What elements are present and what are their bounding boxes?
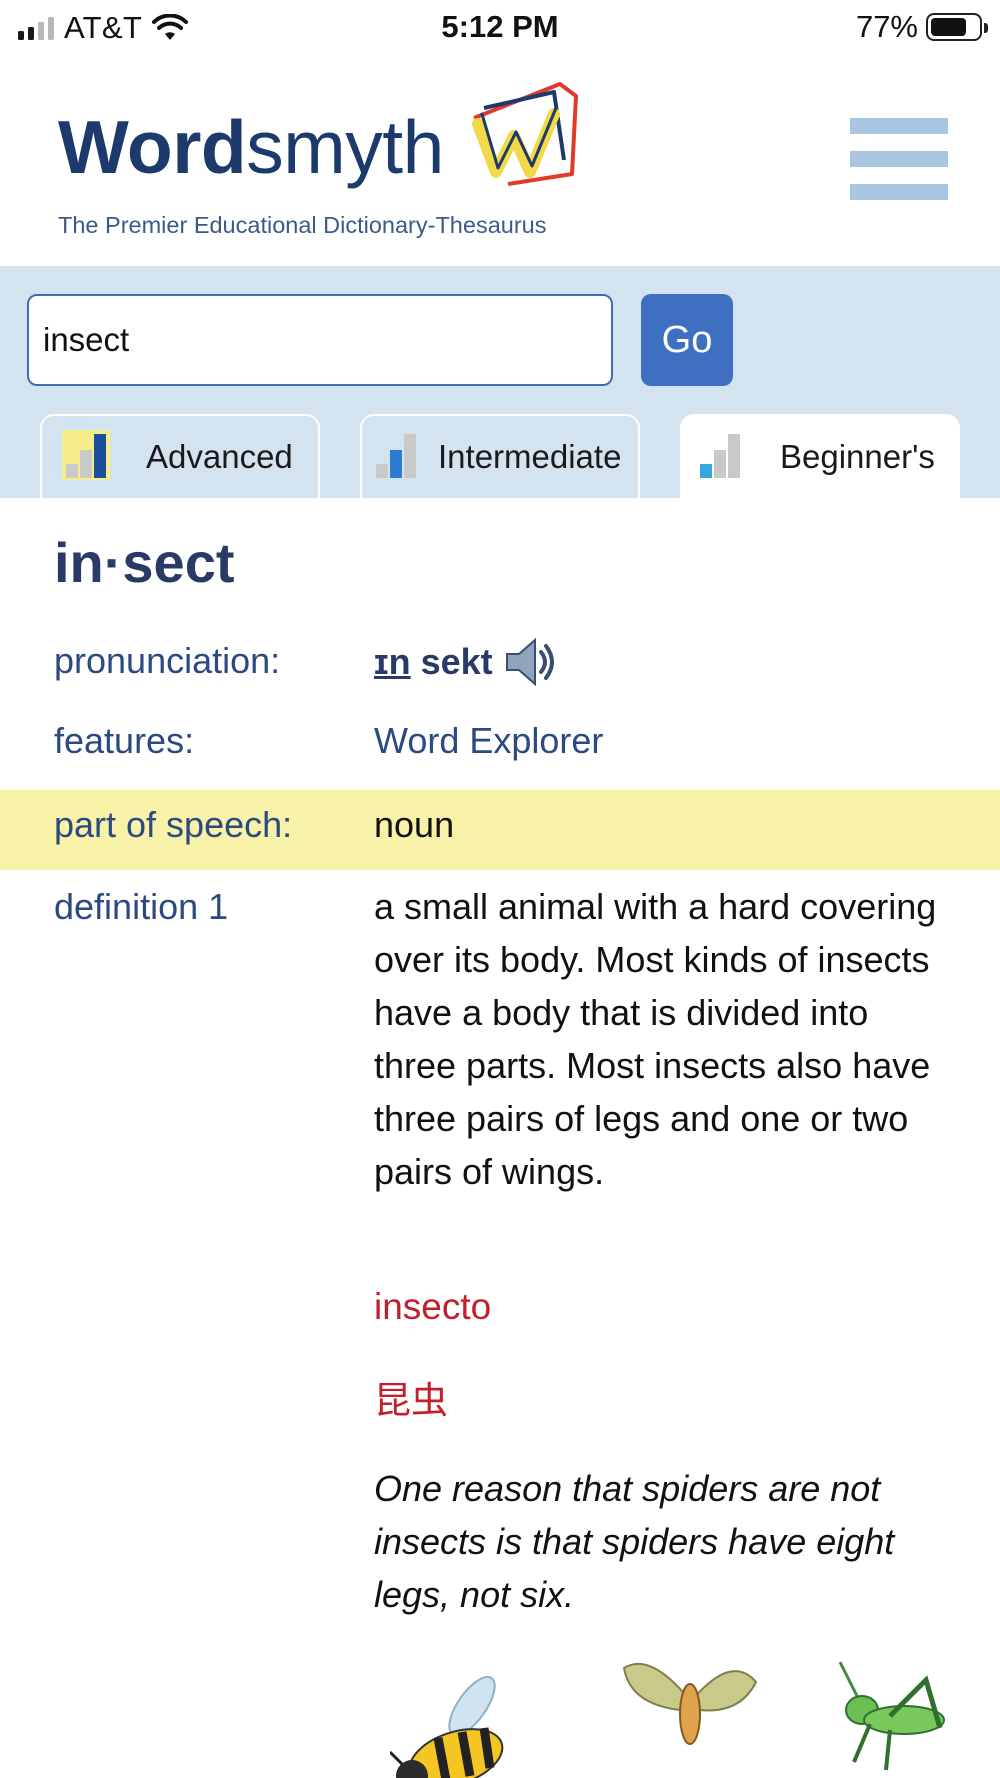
- tab-beginners[interactable]: Beginner's: [680, 414, 960, 498]
- pronunciation-stressed: ɪn: [374, 641, 411, 682]
- battery-percent: 77%: [855, 9, 918, 44]
- tab-advanced[interactable]: Advanced: [40, 414, 320, 498]
- part-of-speech-row: part of speech: noun: [0, 790, 1000, 870]
- level-intermediate-icon: [376, 434, 416, 478]
- status-time: 5:12 PM: [441, 9, 559, 44]
- features-row: features: Word Explorer: [0, 720, 1000, 780]
- hamburger-menu-icon[interactable]: [850, 118, 948, 200]
- tab-advanced-label: Advanced: [146, 438, 293, 475]
- bee-icon: [390, 1676, 504, 1778]
- tab-intermediate[interactable]: Intermediate: [360, 414, 640, 498]
- pronunciation-row: pronunciation: ɪn sekt: [0, 637, 1000, 700]
- grasshopper-icon: [838, 1661, 945, 1771]
- definition-label: definition 1: [54, 886, 229, 927]
- battery-icon: [926, 13, 988, 41]
- insect-illustrations: [0, 1658, 1000, 1778]
- moth-icon: [622, 1662, 758, 1745]
- logo-wordmark: Wordsmyth: [58, 105, 444, 189]
- pronunciation-rest: sekt: [420, 641, 493, 682]
- logo-tagline: The Premier Educational Dictionary-Thesa…: [58, 212, 547, 238]
- tab-intermediate-label: Intermediate: [438, 438, 622, 475]
- example-sentence: One reason that spiders are not insects …: [374, 1468, 895, 1615]
- status-bar: AT&T 5:12 PM 77%: [0, 0, 1000, 56]
- logo-w-mark-icon: [472, 82, 578, 186]
- speaker-icon[interactable]: [503, 634, 559, 690]
- part-of-speech-label: part of speech:: [54, 804, 293, 845]
- level-beginner-icon: [700, 434, 740, 478]
- headword: in·sect: [54, 531, 235, 594]
- features-label: features:: [54, 720, 195, 761]
- pronunciation-label: pronunciation:: [54, 640, 281, 681]
- definition-text: a small animal with a hard covering over…: [374, 886, 937, 1192]
- tab-beginners-label: Beginner's: [780, 438, 935, 475]
- wordsmyth-logo[interactable]: Wordsmyth: [58, 82, 578, 189]
- battery-fill: [931, 18, 967, 36]
- part-of-speech-value: noun: [374, 804, 455, 845]
- translation-japanese[interactable]: 昆虫: [374, 1370, 448, 1424]
- go-button[interactable]: Go: [641, 294, 733, 386]
- search-bar: Go Advanced Intermediate Beginner's: [0, 266, 1000, 498]
- site-header: Wordsmyth The Premier Educational Dictio…: [0, 56, 1000, 266]
- translation-spanish[interactable]: insecto: [374, 1286, 491, 1328]
- pronunciation-value: ɪn sekt: [374, 634, 559, 690]
- level-advanced-icon: [62, 430, 110, 480]
- word-explorer-link[interactable]: Word Explorer: [374, 720, 603, 762]
- status-right: 77%: [855, 9, 988, 45]
- search-input[interactable]: [27, 294, 613, 386]
